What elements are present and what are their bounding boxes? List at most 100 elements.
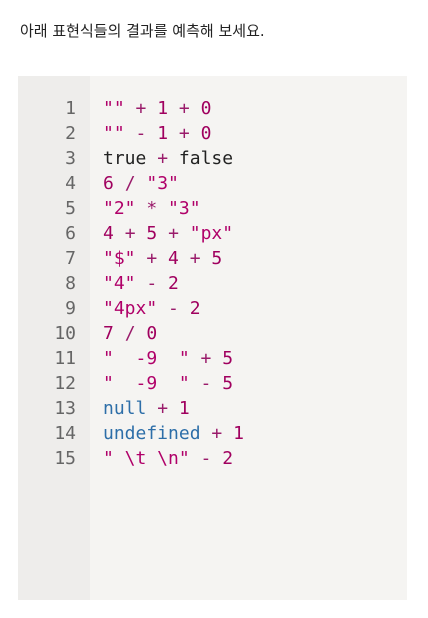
operator: +: [178, 98, 190, 119]
string-literal: "": [103, 98, 125, 119]
code-line: 6 / "3": [103, 171, 407, 196]
operator: -: [168, 298, 179, 319]
number-literal: 4: [168, 248, 179, 269]
string-literal: " -9 ": [103, 373, 190, 394]
line-number: 15: [54, 448, 76, 469]
operator: +: [189, 248, 201, 269]
operator: +: [168, 223, 179, 244]
operator: +: [200, 348, 212, 369]
number-literal: 5: [211, 248, 223, 269]
code-line: "2" * "3": [103, 196, 407, 221]
code-line: " -9 " + 5: [103, 346, 407, 371]
operator: -: [200, 373, 212, 394]
operator: +: [135, 98, 147, 119]
line-number: 6: [65, 223, 76, 244]
code-line: "4px" - 2: [103, 296, 407, 321]
instruction-text: 아래 표현식들의 결과를 예측해 보세요.: [20, 22, 265, 40]
line-number-gutter: 1 2 3 4 5 6 7 8 9 10 11 12 13 14 15: [18, 76, 90, 600]
line-number: 11: [54, 348, 76, 369]
code-line: " \t \n" - 2: [103, 446, 407, 471]
number-literal: 7: [103, 323, 114, 344]
number-literal: 0: [200, 123, 212, 144]
number-literal: 1: [157, 123, 169, 144]
number-literal: 5: [222, 348, 234, 369]
number-literal: 0: [146, 323, 158, 344]
code-line: null + 1: [103, 396, 407, 421]
operator: -: [200, 448, 212, 469]
number-literal: 5: [222, 373, 234, 394]
operator: +: [178, 123, 190, 144]
code-line: "$" + 4 + 5: [103, 246, 407, 271]
line-number: 12: [54, 373, 76, 394]
line-number: 2: [65, 123, 76, 144]
code-token: true: [103, 148, 147, 169]
operator: +: [124, 223, 136, 244]
line-number: 13: [54, 398, 76, 419]
code-line: "4" - 2: [103, 271, 407, 296]
string-literal: "4px": [103, 298, 158, 319]
number-literal: 5: [146, 223, 158, 244]
code-content: "" + 1 + 0 "" - 1 + 0 true + false 6 / "3" "…: [90, 76, 407, 600]
keyword: undefined: [103, 423, 201, 444]
line-number: 14: [54, 423, 76, 444]
number-literal: 0: [200, 98, 212, 119]
number-literal: 2: [222, 448, 234, 469]
number-literal: 2: [168, 273, 179, 294]
keyword: null: [103, 398, 147, 419]
number-literal: 6: [103, 173, 114, 194]
line-number: 10: [54, 323, 76, 344]
number-literal: 1: [233, 423, 244, 444]
operator: /: [124, 173, 136, 194]
code-line: undefined + 1: [103, 421, 407, 446]
string-literal: "3": [146, 173, 179, 194]
line-number: 9: [65, 298, 76, 319]
line-number: 1: [65, 98, 76, 119]
code-line: " -9 " - 5: [103, 371, 407, 396]
line-number: 4: [65, 173, 76, 194]
operator: -: [135, 123, 147, 144]
code-line: true + false: [103, 146, 407, 171]
line-number: 7: [65, 248, 76, 269]
number-literal: 4: [103, 223, 114, 244]
operator: +: [157, 148, 169, 169]
code-line: "" + 1 + 0: [103, 96, 407, 121]
string-literal: "$": [103, 248, 136, 269]
operator: +: [157, 398, 169, 419]
number-literal: 1: [178, 398, 190, 419]
string-literal: " \t \n": [103, 448, 190, 469]
